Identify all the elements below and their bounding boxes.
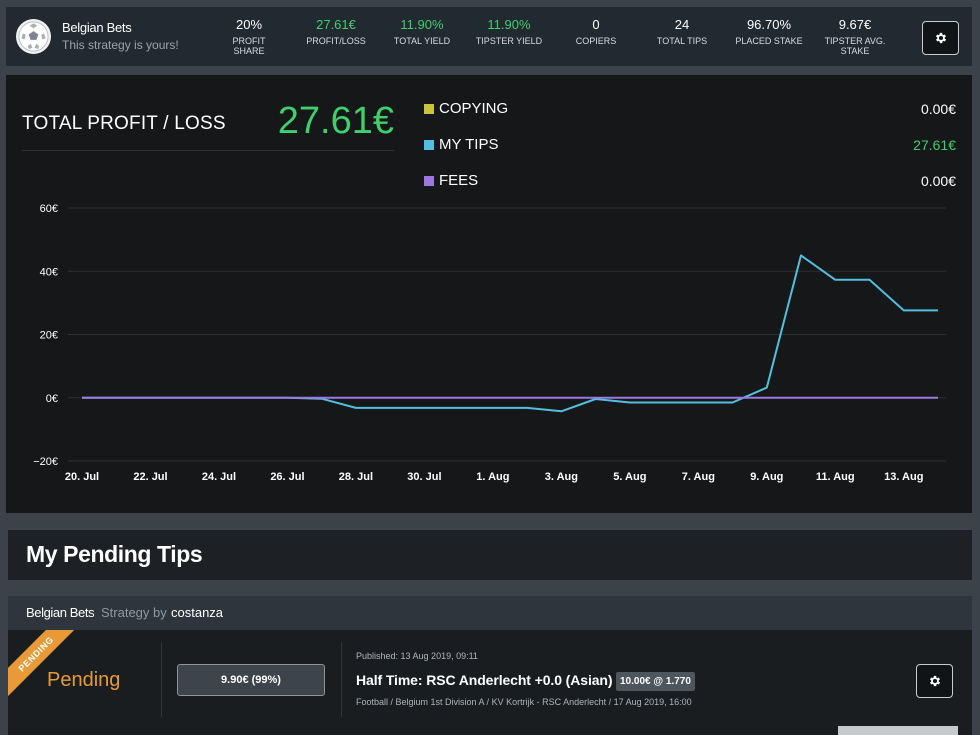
tip-strategy-name[interactable]: Belgian Bets <box>26 605 95 620</box>
tip-settings-button[interactable] <box>916 664 953 698</box>
stat-total-tips: 24 TOTAL TIPS <box>652 17 712 46</box>
stat-label: PROFIT/LOSS <box>306 36 366 46</box>
stat-profit-loss: 27.61€ PROFIT/LOSS <box>304 17 368 46</box>
x-tick-label: 3. Aug <box>545 471 578 483</box>
strategy-ownership-note: This strategy is yours! <box>62 38 179 52</box>
football-logo-icon <box>16 19 51 54</box>
x-tick-label: 20. Jul <box>65 471 99 483</box>
x-tick-label: 13. Aug <box>884 471 923 483</box>
y-tick-label: −20€ <box>33 456 58 468</box>
card-divider <box>341 642 342 717</box>
profit-loss-chart-panel: TOTAL PROFIT / LOSS 27.61€ COPYING 0.00€… <box>6 75 972 513</box>
tip-author[interactable]: costanza <box>171 605 223 620</box>
x-tick-label: 5. Aug <box>613 471 646 483</box>
stat-value: 9.67€ <box>838 17 872 32</box>
stat-tipster-yield: 11.90% TIPSTER YIELD <box>474 17 544 46</box>
y-tick-label: 0€ <box>46 393 58 405</box>
x-tick-label: 9. Aug <box>750 471 783 483</box>
stat-label: COPIERS <box>575 36 617 46</box>
stat-label: TIPSTER YIELD <box>475 36 543 46</box>
stat-label: TIPSTER AVG. STAKE <box>824 36 886 56</box>
stat-value: 11.90% <box>487 17 531 32</box>
stat-value: 20% <box>235 17 263 32</box>
tip-event-details: Football / Belgium 1st Division A / KV K… <box>356 697 692 707</box>
stat-copiers: 0 COPIERS <box>566 17 626 46</box>
stat-value: 24 <box>674 17 690 32</box>
card-divider <box>161 642 162 717</box>
y-tick-label: 20€ <box>40 330 58 342</box>
gear-icon <box>935 32 946 44</box>
x-tick-label: 11. Aug <box>816 471 855 483</box>
pending-tips-header: My Pending Tips <box>8 530 972 580</box>
y-tick-label: 60€ <box>40 203 58 215</box>
strategy-name[interactable]: Belgian Bets <box>62 20 132 35</box>
x-tick-label: 30. Jul <box>407 471 441 483</box>
stat-placed-stake: 96.70% PLACED STAKE <box>732 17 806 46</box>
tip-strategy-bar: Belgian Bets Strategy by costanza <box>8 596 972 630</box>
stat-total-yield: 11.90% TOTAL YIELD <box>390 17 454 46</box>
pending-tip-card: PENDING Pending 9.90€ (99%) Published: 1… <box>8 630 972 735</box>
stat-value: 96.70% <box>746 17 792 32</box>
tip-published-date: Published: 13 Aug 2019, 09:11 <box>356 651 478 661</box>
x-tick-label: 28. Jul <box>339 471 373 483</box>
pending-tips-heading: My Pending Tips <box>26 541 203 567</box>
series-line-my-tips <box>82 254 938 413</box>
x-tick-label: 1. Aug <box>476 471 509 483</box>
x-tick-label: 26. Jul <box>270 471 304 483</box>
strategy-settings-button[interactable] <box>922 21 959 55</box>
tip-odds-badge: 10.00€ @ 1.770 <box>616 672 695 691</box>
x-tick-label: 22. Jul <box>133 471 167 483</box>
tip-selection-title: Half Time: RSC Anderlecht +0.0 (Asian) <box>356 672 613 688</box>
stat-profit-share: 20% PROFIT SHARE <box>218 17 280 56</box>
stat-label: TOTAL TIPS <box>656 36 708 46</box>
tip-status: Pending <box>47 669 121 691</box>
stat-value: 27.61€ <box>316 17 356 32</box>
stat-tipster-avg-stake: 9.67€ TIPSTER AVG. STAKE <box>822 17 888 56</box>
stat-value: 11.90% <box>400 17 444 32</box>
horizontal-scrollbar[interactable] <box>838 726 958 735</box>
stat-label: PLACED STAKE <box>735 36 803 46</box>
profit-loss-line-chart: 60€ 40€ 20€ 0€ −20€ 20. Jul 22. Jul 24. Jul 26.… <box>33 203 946 483</box>
strategy-stats-bar: Belgian Bets This strategy is yours! 20%… <box>6 7 972 66</box>
x-tick-label: 24. Jul <box>202 471 236 483</box>
gear-icon <box>929 675 940 687</box>
stat-value: 0 <box>592 17 600 32</box>
x-tick-label: 7. Aug <box>682 471 715 483</box>
stat-label: TOTAL YIELD <box>393 36 451 46</box>
tip-stake-button[interactable]: 9.90€ (99%) <box>177 664 325 696</box>
y-tick-label: 40€ <box>40 266 58 278</box>
tip-strategy-by: Strategy by <box>101 605 167 620</box>
stat-label: PROFIT SHARE <box>232 36 266 56</box>
